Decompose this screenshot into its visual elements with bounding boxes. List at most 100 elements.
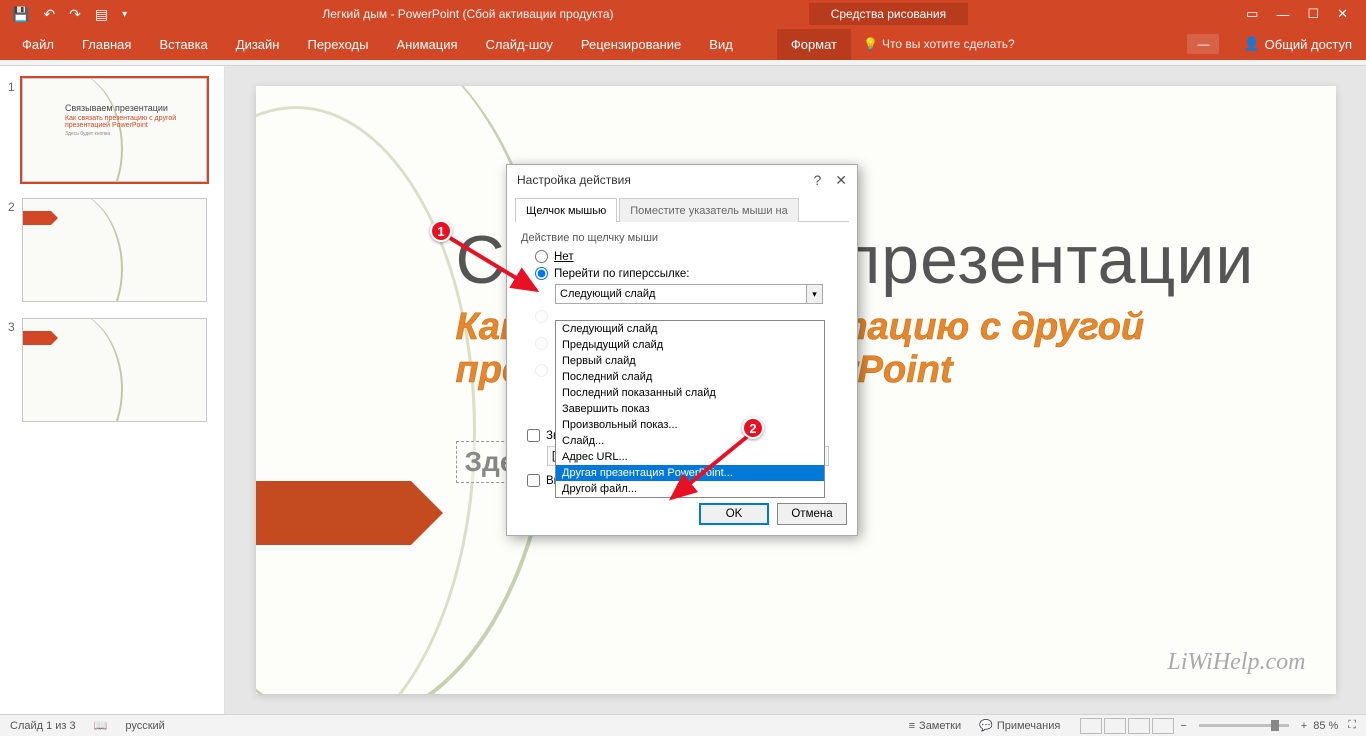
- dropdown-option[interactable]: Первый слайд: [556, 353, 824, 369]
- callout-2: 2: [742, 417, 764, 439]
- ok-button[interactable]: OK: [699, 503, 769, 525]
- checkbox-highlight-input[interactable]: [527, 474, 540, 487]
- title-bar: 💾 ↶ ↷ ▤ ▾ Легкий дым - PowerPoint (Сбой …: [0, 0, 1366, 28]
- dropdown-option[interactable]: Предыдущий слайд: [556, 337, 824, 353]
- tab-animations[interactable]: Анимация: [382, 29, 471, 60]
- thumb-number: 1: [8, 78, 22, 182]
- dialog-titlebar[interactable]: Настройка действия ? ✕: [507, 165, 857, 195]
- hyperlink-dropdown-list[interactable]: Следующий слайдПредыдущий слайдПервый сл…: [555, 320, 825, 498]
- zoom-slider[interactable]: [1199, 724, 1289, 727]
- chevron-down-icon[interactable]: ▾: [806, 285, 822, 303]
- view-reading-icon[interactable]: [1128, 718, 1150, 734]
- thumb-title: Связываем презентации: [65, 103, 168, 113]
- tab-insert[interactable]: Вставка: [145, 29, 221, 60]
- zoom-value[interactable]: 85 %: [1313, 720, 1338, 732]
- thumb-row[interactable]: 2: [8, 198, 216, 302]
- ribbon-options-icon[interactable]: ▭: [1246, 6, 1258, 22]
- dropdown-option[interactable]: Следующий слайд: [556, 321, 824, 337]
- cancel-button[interactable]: Отмена: [777, 503, 847, 525]
- view-sorter-icon[interactable]: [1104, 718, 1126, 734]
- tell-me-label: Что вы хотите сделать?: [882, 37, 1015, 51]
- window-title: Легкий дым - PowerPoint (Сбой активации …: [127, 7, 809, 21]
- slide-arrow-shape[interactable]: [256, 481, 411, 545]
- view-normal-icon[interactable]: [1080, 718, 1102, 734]
- status-comments-label: Примечания: [997, 720, 1061, 732]
- dropdown-option[interactable]: Завершить показ: [556, 401, 824, 417]
- radio-hyperlink-input[interactable]: [535, 267, 548, 280]
- dialog-close-icon[interactable]: ✕: [835, 172, 847, 189]
- radio-object-action-input: [535, 364, 548, 377]
- start-slideshow-icon[interactable]: ▤: [95, 6, 108, 23]
- maximize-icon[interactable]: ☐: [1307, 6, 1319, 22]
- share-icon: 👤: [1243, 36, 1259, 52]
- slide-thumbnail-2[interactable]: [22, 198, 207, 302]
- tab-home[interactable]: Главная: [68, 29, 145, 60]
- dialog-help-icon[interactable]: ?: [813, 172, 821, 188]
- radio-hyperlink-label: Перейти по гиперссылке:: [554, 268, 689, 280]
- slide-thumbnail-1[interactable]: Связываем презентации Как связать презен…: [22, 78, 207, 182]
- dialog-title: Настройка действия: [517, 173, 631, 187]
- checkbox-sound-input[interactable]: [527, 429, 540, 442]
- thumb-sub2: Здесь будет кнопка: [65, 131, 110, 137]
- thumb-row[interactable]: 1 Связываем презентации Как связать през…: [8, 78, 216, 182]
- tab-format[interactable]: Формат: [777, 29, 851, 60]
- tab-mouse-click[interactable]: Щелчок мышью: [515, 198, 617, 222]
- status-bar: Слайд 1 из 3 📖 русский ≡ Заметки 💬 Приме…: [0, 714, 1366, 736]
- dialog-tabs: Щелчок мышью Поместите указатель мыши на: [515, 197, 849, 222]
- fit-to-window-icon[interactable]: ⛶: [1348, 719, 1356, 732]
- dropdown-option[interactable]: Последний слайд: [556, 369, 824, 385]
- status-language[interactable]: русский: [125, 720, 164, 732]
- account-name[interactable]: —: [1187, 34, 1219, 54]
- thumb-number: 2: [8, 198, 22, 302]
- save-icon[interactable]: 💾: [12, 6, 29, 23]
- radio-run-program-input: [535, 310, 548, 323]
- thumb-sub: Как связать презентацию с другой презент…: [65, 115, 206, 129]
- tab-view[interactable]: Вид: [695, 29, 747, 60]
- dropdown-option[interactable]: Адрес URL...: [556, 449, 824, 465]
- dropdown-option[interactable]: Другой файл...: [556, 481, 824, 497]
- radio-none[interactable]: Нет: [535, 250, 843, 263]
- thumbnail-panel: 1 Связываем презентации Как связать през…: [0, 66, 225, 714]
- section-label: Действие по щелчку мыши: [521, 232, 843, 244]
- hyperlink-combo[interactable]: Следующий слайд ▾: [555, 284, 823, 304]
- watermark: LiWiHelp.com: [1168, 649, 1306, 676]
- dropdown-option[interactable]: Слайд...: [556, 433, 824, 449]
- tab-file[interactable]: Файл: [8, 29, 68, 60]
- status-spellcheck-icon[interactable]: 📖: [94, 719, 108, 732]
- thumb-row[interactable]: 3: [8, 318, 216, 422]
- thumb-number: 3: [8, 318, 22, 422]
- tell-me-search[interactable]: 💡 Что вы хотите сделать?: [851, 37, 1027, 51]
- share-label: Общий доступ: [1265, 37, 1352, 52]
- redo-icon[interactable]: ↷: [69, 6, 81, 23]
- close-icon[interactable]: ✕: [1337, 6, 1348, 22]
- tab-mouse-over[interactable]: Поместите указатель мыши на: [619, 198, 799, 222]
- radio-hyperlink[interactable]: Перейти по гиперссылке:: [535, 267, 843, 280]
- status-comments[interactable]: 💬 Примечания: [979, 719, 1060, 732]
- dropdown-option[interactable]: Произвольный показ...: [556, 417, 824, 433]
- share-button[interactable]: 👤 Общий доступ: [1229, 36, 1366, 52]
- dropdown-option[interactable]: Другая презентация PowerPoint...: [556, 465, 824, 481]
- status-slide-number[interactable]: Слайд 1 из 3: [10, 720, 76, 732]
- dialog-buttons: OK Отмена: [507, 495, 857, 535]
- callout-1: 1: [430, 220, 452, 242]
- status-notes[interactable]: ≡ Заметки: [909, 720, 962, 732]
- status-notes-label: Заметки: [919, 720, 961, 732]
- ribbon-tabs: Файл Главная Вставка Дизайн Переходы Ани…: [0, 28, 1366, 60]
- quick-access-toolbar: 💾 ↶ ↷ ▤ ▾: [0, 6, 127, 23]
- tab-review[interactable]: Рецензирование: [567, 29, 695, 60]
- tab-slideshow[interactable]: Слайд-шоу: [472, 29, 567, 60]
- combo-value: Следующий слайд: [560, 288, 655, 300]
- contextual-tab-label: Средства рисования: [809, 3, 968, 25]
- radio-none-label: Нет: [554, 251, 574, 263]
- radio-run-macro-input: [535, 337, 548, 350]
- dropdown-option[interactable]: Последний показанный слайд: [556, 385, 824, 401]
- slide-thumbnail-3[interactable]: [22, 318, 207, 422]
- window-controls: ▭ — ☐ ✕: [1228, 6, 1366, 22]
- radio-none-input[interactable]: [535, 250, 548, 263]
- minimize-icon[interactable]: —: [1276, 7, 1289, 22]
- bulb-icon: 💡: [863, 37, 878, 51]
- tab-transitions[interactable]: Переходы: [293, 29, 382, 60]
- undo-icon[interactable]: ↶: [43, 6, 55, 23]
- view-slideshow-icon[interactable]: [1152, 718, 1174, 734]
- tab-design[interactable]: Дизайн: [222, 29, 294, 60]
